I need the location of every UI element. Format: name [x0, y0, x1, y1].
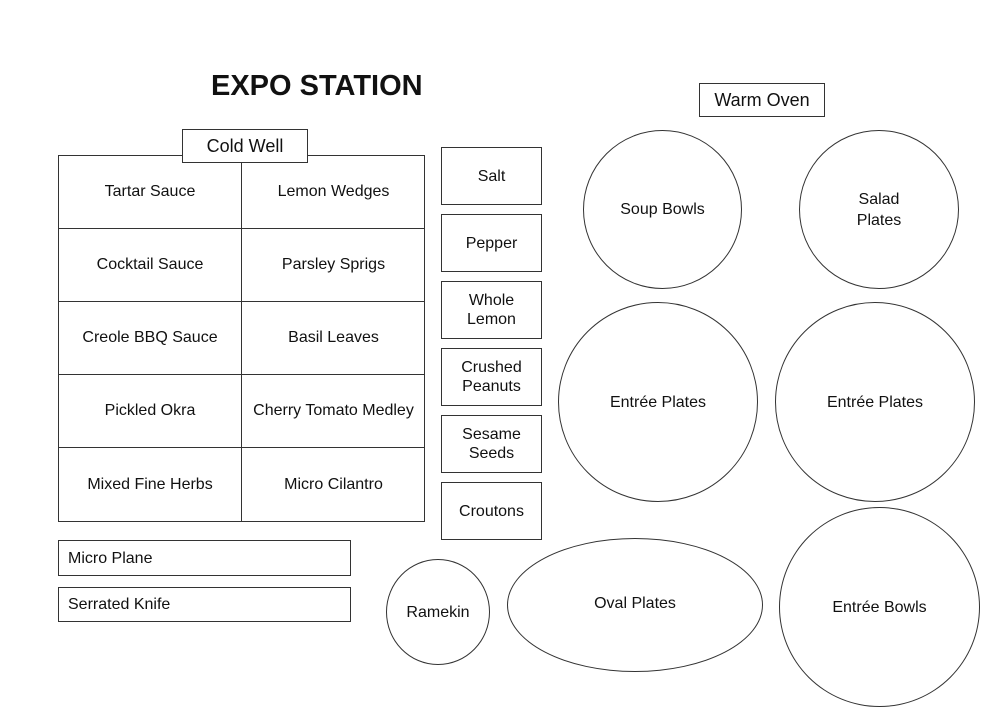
cold-well-label: Cold Well: [182, 129, 308, 163]
tool-micro-plane: Micro Plane: [58, 540, 351, 576]
soup-bowls: Soup Bowls: [583, 130, 742, 289]
condiment-label: Seeds: [468, 445, 515, 462]
condiment-label: Sesame: [462, 426, 521, 443]
cold-well-item: Micro Cilantro: [284, 475, 383, 493]
condiment-label: Croutons: [459, 502, 524, 520]
condiment-crushed-peanuts: Crushed Peanuts: [441, 348, 542, 406]
entree-plates-right: Entrée Plates: [775, 302, 975, 502]
cold-well-item: Mixed Fine Herbs: [59, 448, 242, 521]
condiment-label: Whole: [468, 292, 515, 309]
cold-well-item: Pickled Okra: [59, 375, 242, 448]
cold-well-item: Parsley Sprigs: [242, 229, 425, 302]
condiment-label: Peanuts: [462, 378, 521, 395]
cold-well-item: Basil Leaves: [242, 302, 425, 375]
salad-plates: Salad Plates: [799, 130, 959, 289]
entree-bowls: Entrée Bowls: [779, 507, 980, 707]
condiment-label: Pepper: [465, 234, 518, 252]
condiment-sesame-seeds: Sesame Seeds: [441, 415, 542, 473]
cold-well-item: Tartar Sauce: [59, 156, 242, 229]
cold-well-item: Cherry Tomato Medley: [242, 375, 425, 448]
ramekin: Ramekin: [386, 559, 490, 665]
entree-plates-left: Entrée Plates: [558, 302, 758, 502]
condiment-label: Lemon: [467, 311, 516, 328]
oval-plates: Oval Plates: [507, 538, 763, 672]
page-title: EXPO STATION: [211, 70, 423, 102]
warm-oven-label: Warm Oven: [699, 83, 825, 117]
condiment-label: Salt: [477, 167, 506, 185]
condiment-croutons: Croutons: [441, 482, 542, 540]
cold-well-item: Creole BBQ Sauce: [59, 302, 242, 375]
cold-well-grid: Tartar Sauce Lemon Wedges Cocktail Sauce…: [58, 155, 425, 522]
cold-well-item: Lemon Wedges: [242, 156, 425, 229]
condiment-salt: Salt: [441, 147, 542, 205]
salad-plates-label: Plates: [856, 211, 902, 229]
condiment-pepper: Pepper: [441, 214, 542, 272]
condiment-whole-lemon: Whole Lemon: [441, 281, 542, 339]
tool-serrated-knife: Serrated Knife: [58, 587, 351, 622]
salad-plates-label: Salad: [858, 190, 900, 208]
condiment-label: Crushed: [461, 359, 522, 376]
cold-well-item: Cocktail Sauce: [59, 229, 242, 302]
